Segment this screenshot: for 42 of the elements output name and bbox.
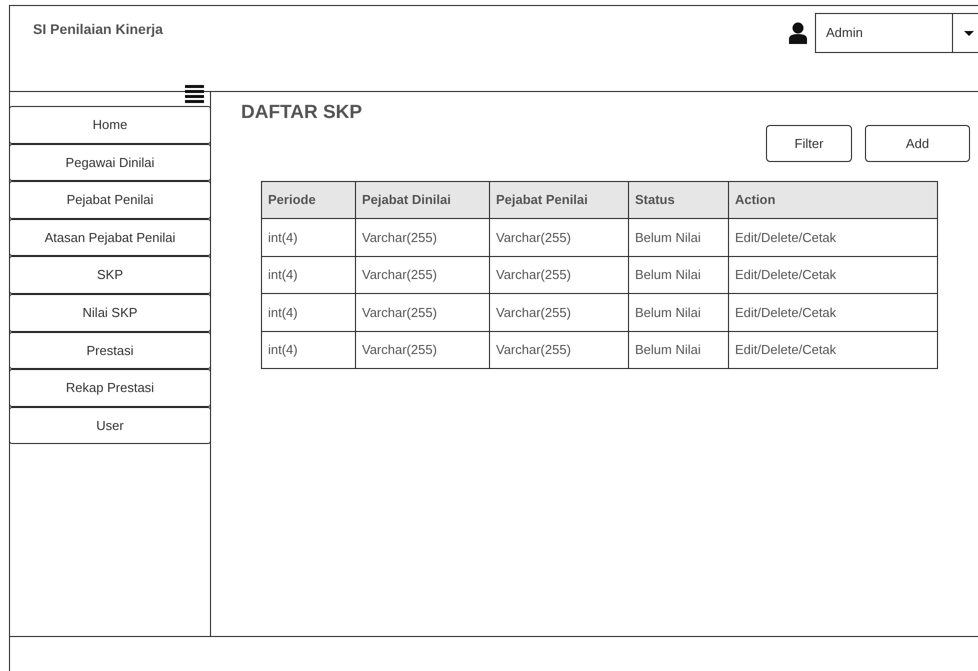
table-cell: Varchar(255) (356, 294, 490, 332)
menu-icon[interactable] (185, 85, 204, 103)
sidebar-item[interactable]: Pegawai Dinilai (9, 144, 211, 182)
table-cell: int(4) (262, 331, 356, 369)
table-cell: Varchar(255) (356, 218, 490, 256)
caret-icon (964, 30, 974, 36)
sidebar-item[interactable]: Atasan Pejabat Penilai (9, 218, 211, 256)
table-cell: Belum Nilai (628, 218, 728, 256)
sidebar-item[interactable]: Prestasi (9, 332, 211, 370)
filter-button[interactable]: Filter (766, 124, 852, 162)
table-cell: Edit/Delete/Cetak (728, 256, 938, 294)
column-header: Periode (262, 181, 356, 219)
table-cell: int(4) (262, 294, 356, 332)
table-cell: Varchar(255) (490, 256, 628, 294)
table-cell: Varchar(255) (490, 218, 628, 256)
table-cell: Belum Nilai (628, 331, 728, 369)
table-cell: Varchar(255) (356, 331, 490, 369)
sidebar-item[interactable]: Pejabat Penilai (9, 181, 211, 219)
table-cell: Edit/Delete/Cetak (728, 331, 938, 369)
table-cell: Edit/Delete/Cetak (728, 218, 938, 256)
table-cell: Varchar(255) (490, 294, 628, 332)
sidebar-item[interactable]: Nilai SKP (9, 294, 211, 332)
column-header: Status (628, 181, 728, 219)
sidebar-item[interactable]: Rekap Prestasi (9, 369, 211, 407)
user-icon (789, 22, 807, 44)
table-cell: Varchar(255) (356, 256, 490, 294)
table-cell: Edit/Delete/Cetak (728, 294, 938, 332)
sidebar-item[interactable]: Home (9, 106, 211, 144)
page-title: DAFTAR SKP (241, 102, 364, 125)
table-cell: Varchar(255) (490, 331, 628, 369)
column-header: Action (728, 181, 938, 219)
add-button[interactable]: Add (865, 124, 970, 162)
sidebar-item[interactable]: SKP (9, 256, 211, 294)
table-cell: Belum Nilai (628, 256, 728, 294)
column-header: Pejabat Dinilai (356, 181, 490, 219)
column-header: Pejabat Penilai (490, 181, 628, 219)
table-cell: Belum Nilai (628, 294, 728, 332)
sidebar-item[interactable]: User (9, 406, 211, 444)
app-title: SI Penilaian Kinerja (33, 20, 163, 39)
table-cell: int(4) (262, 256, 356, 294)
table-cell: int(4) (262, 218, 356, 256)
user-dropdown[interactable]: Admin (815, 13, 978, 53)
